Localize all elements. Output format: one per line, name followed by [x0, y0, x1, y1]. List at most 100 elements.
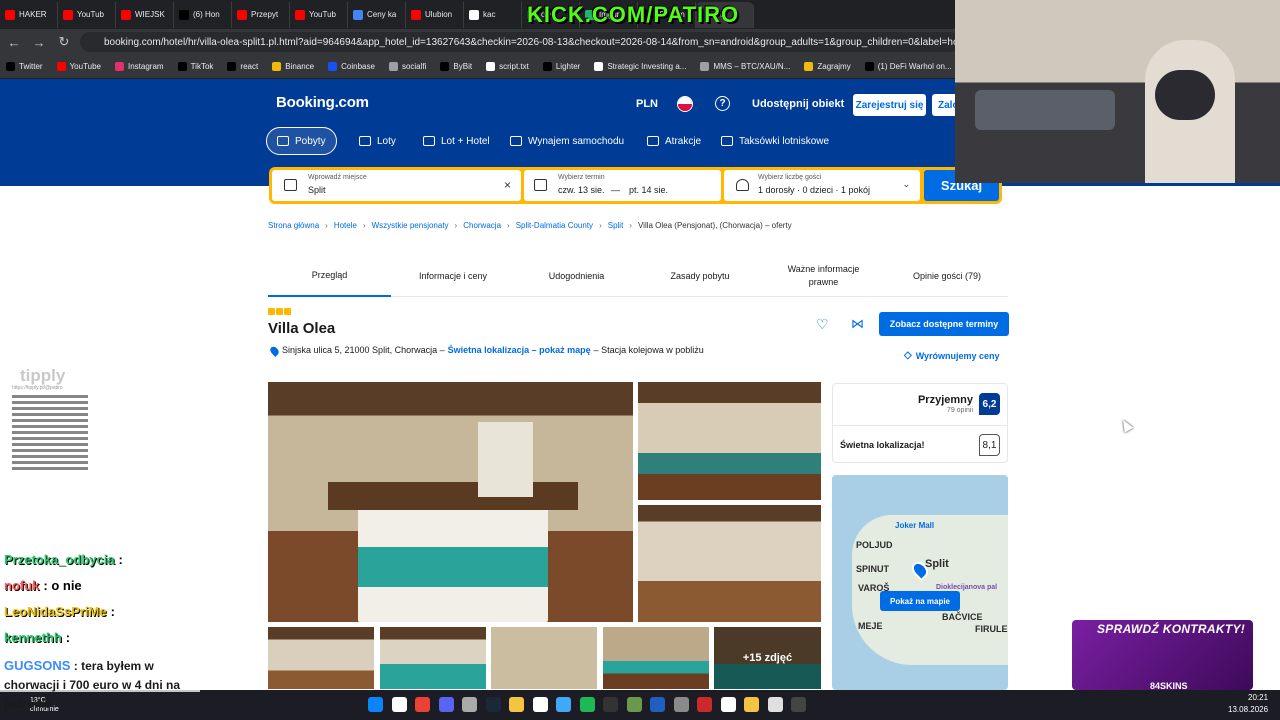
- nav-item-lot-hotel[interactable]: Lot + Hotel: [413, 127, 500, 155]
- help-icon[interactable]: ?: [715, 96, 730, 111]
- guests-field[interactable]: Wybierz liczbę gości 1 dorosły · 0 dziec…: [724, 170, 920, 201]
- app-icon[interactable]: [720, 697, 736, 712]
- heart-icon[interactable]: ♡: [816, 317, 831, 331]
- app-icon[interactable]: [673, 697, 689, 712]
- steam-icon[interactable]: [485, 697, 501, 712]
- bookmark-item[interactable]: Strategic Investing a...: [594, 62, 686, 71]
- browser-tab[interactable]: YouTub: [290, 1, 348, 28]
- chrome-icon[interactable]: [415, 697, 430, 712]
- browser-tab[interactable]: Przepyt: [232, 1, 290, 28]
- breadcrumb-item[interactable]: Wszystkie pensjonaty: [372, 221, 449, 230]
- bookmark-item[interactable]: Twitter: [6, 62, 43, 71]
- language-flag-icon[interactable]: [677, 96, 693, 112]
- photo-3[interactable]: [638, 505, 821, 622]
- property-tab[interactable]: Udogodnienia: [515, 255, 638, 297]
- app-icon[interactable]: [744, 697, 759, 712]
- system-clock[interactable]: 20:21 13.08.2026: [1228, 692, 1268, 716]
- bookmark-item[interactable]: Lighter: [542, 62, 580, 71]
- nav-icon: [359, 136, 371, 146]
- breadcrumb-item[interactable]: Strona główna: [268, 221, 319, 230]
- chevron-right-icon: ›: [454, 221, 458, 230]
- settings-icon[interactable]: [462, 697, 477, 712]
- browser-tab[interactable]: kac: [464, 1, 522, 28]
- browser-tab[interactable]: Ulubion: [406, 1, 464, 28]
- browser-tab[interactable]: WIEJSK: [116, 1, 174, 28]
- property-tab[interactable]: Ważne informacje prawne: [762, 255, 885, 297]
- share-icon[interactable]: ⋈: [851, 316, 866, 331]
- bookmark-item[interactable]: Coinbase: [328, 62, 375, 71]
- bookmark-icon: [328, 62, 338, 71]
- browser-tab[interactable]: (6) Hon: [174, 1, 232, 28]
- breadcrumb-item[interactable]: Hotele: [334, 221, 357, 230]
- map-label: Joker Mall: [895, 521, 935, 530]
- bookmark-item[interactable]: YouTube: [56, 62, 101, 71]
- thumb-3[interactable]: [491, 627, 597, 689]
- terminal-icon[interactable]: [791, 697, 806, 712]
- forward-icon[interactable]: →: [28, 31, 50, 53]
- bookmark-item[interactable]: (1) DeFi Warhol on...: [864, 62, 952, 71]
- app-icon[interactable]: [697, 697, 712, 712]
- thumb-2[interactable]: [380, 627, 486, 689]
- thumb-1[interactable]: [268, 627, 374, 689]
- show-on-map-button[interactable]: Pokaż na mapie: [880, 591, 960, 611]
- bookmark-item[interactable]: Binance: [272, 62, 314, 71]
- address-bar[interactable]: booking.com/hotel/hr/villa-olea-split1.p…: [80, 32, 960, 52]
- bookmark-item[interactable]: MMS – BTC/XAU/N...: [700, 62, 790, 71]
- map-label: FIRULE: [975, 624, 1008, 634]
- bookmark-item[interactable]: socialfi: [388, 62, 426, 71]
- bookmark-item[interactable]: ByBit: [440, 62, 472, 71]
- browser-tab[interactable]: HAKER: [0, 1, 58, 28]
- nav-item-wynajem-samochodu[interactable]: Wynajem samochodu: [500, 127, 634, 155]
- destination-field[interactable]: Wprowadź miejsce Split ×: [272, 170, 521, 201]
- back-icon[interactable]: ←: [3, 31, 25, 53]
- property-tab[interactable]: Informacje i ceny: [392, 255, 515, 297]
- date-separator: —: [611, 185, 620, 195]
- property-tab[interactable]: Zasady pobytu: [639, 255, 762, 297]
- browser-tab[interactable]: YouTub: [58, 1, 116, 28]
- tab-favicon-icon: [353, 9, 363, 20]
- currency-selector[interactable]: PLN: [636, 98, 658, 110]
- explorer-icon[interactable]: [509, 697, 524, 712]
- nav-item-pobyty[interactable]: Pobyty: [266, 127, 337, 155]
- browser-tab[interactable]: Ceny ka: [348, 1, 406, 28]
- breadcrumb-item[interactable]: Split-Dalmatia County: [516, 221, 593, 230]
- register-button[interactable]: Zarejestruj się: [853, 94, 926, 116]
- bookmark-item[interactable]: Zagrajmy: [804, 62, 851, 71]
- bookmark-icon: [56, 62, 66, 71]
- property-tab[interactable]: Przegląd: [268, 255, 391, 297]
- thumb-4[interactable]: [603, 627, 709, 689]
- see-availability-button[interactable]: Zobacz dostępne terminy: [879, 312, 1009, 336]
- nav-item-taks-wki-lotniskowe[interactable]: Taksówki lotniskowe: [711, 127, 839, 155]
- app-icon[interactable]: [650, 697, 665, 712]
- bookmark-item[interactable]: TikTok: [177, 62, 213, 71]
- more-photos-button[interactable]: +15 zdjęć: [714, 627, 821, 689]
- discord-icon[interactable]: [438, 697, 454, 712]
- list-property-link[interactable]: Udostępnij obiekt: [752, 98, 844, 110]
- app-icon[interactable]: [532, 697, 548, 712]
- network-icon[interactable]: [556, 697, 571, 712]
- breadcrumb-item[interactable]: Chorwacja: [463, 221, 501, 230]
- map-label: Split: [925, 558, 949, 570]
- search-icon[interactable]: [391, 697, 407, 712]
- nav-item-atrakcje[interactable]: Atrakcje: [637, 127, 711, 155]
- chevron-right-icon: ›: [629, 221, 632, 230]
- booking-logo[interactable]: Booking.com: [276, 94, 369, 111]
- bookmark-item[interactable]: Instagram: [115, 62, 164, 71]
- reload-icon[interactable]: ↻: [53, 31, 75, 53]
- spotify-icon[interactable]: [579, 697, 595, 712]
- date-field[interactable]: Wybierz termin czw. 13 sie. — pt. 14 sie…: [524, 170, 721, 201]
- breadcrumb-item[interactable]: Split: [608, 221, 624, 230]
- notes-icon[interactable]: [767, 697, 783, 712]
- nav-item-loty[interactable]: Loty: [349, 127, 406, 155]
- app-icon[interactable]: [626, 697, 642, 712]
- show-map-link[interactable]: Świetna lokalizacja – pokaż mapę: [448, 345, 591, 357]
- photo-2[interactable]: [638, 382, 821, 500]
- camera-icon[interactable]: [603, 697, 618, 712]
- clear-icon[interactable]: ×: [504, 178, 511, 192]
- main-photo[interactable]: [268, 382, 633, 622]
- price-match-link[interactable]: ◇ Wyrównujemy ceny: [904, 350, 1000, 361]
- start-icon[interactable]: [368, 697, 383, 712]
- property-tab[interactable]: Opinie gości (79): [886, 255, 1009, 297]
- bookmark-item[interactable]: script.txt: [486, 62, 529, 71]
- bookmark-item[interactable]: react: [227, 62, 258, 71]
